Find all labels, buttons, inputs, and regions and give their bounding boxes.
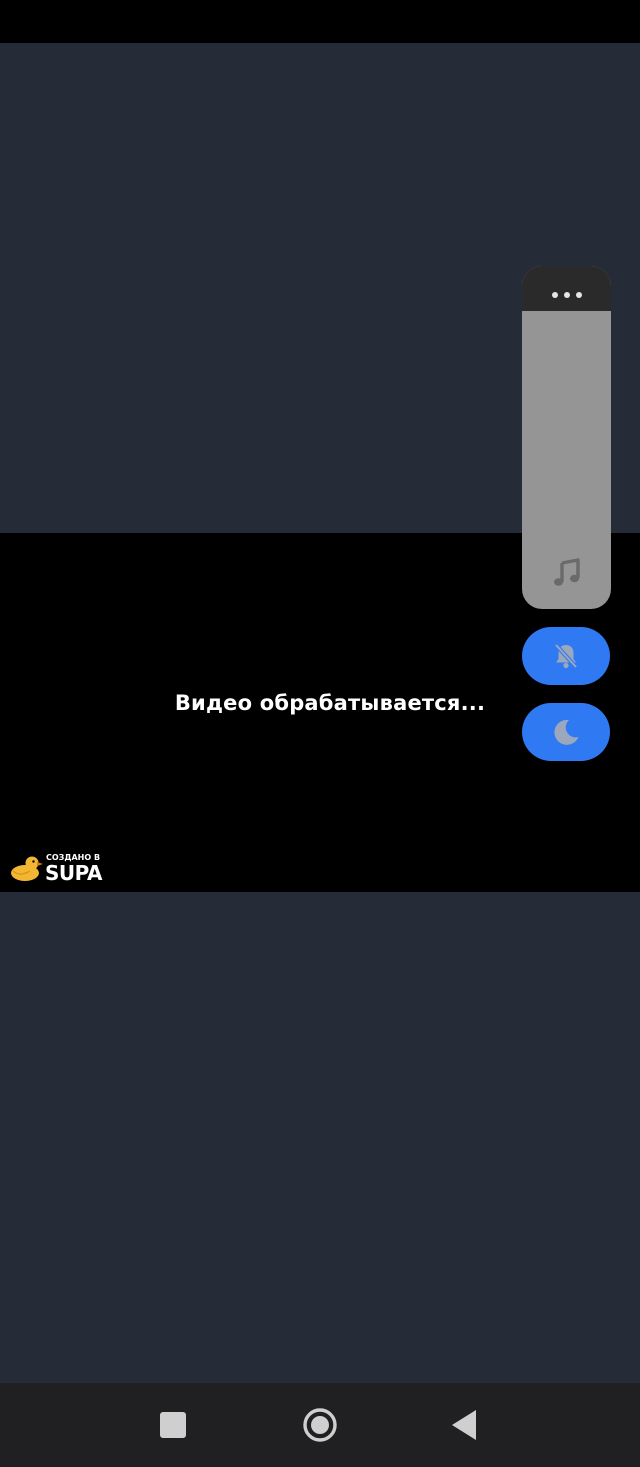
moon-icon [554,719,579,745]
back-triangle-icon[interactable] [446,1407,482,1443]
mute-button[interactable] [522,627,610,685]
page-bottom-area [0,892,640,1383]
navigation-bar [0,1383,640,1467]
bell-off-icon [554,643,578,669]
supa-watermark: СОЗДАНО В SUPA [10,851,110,885]
more-horizontal-icon[interactable] [552,292,582,298]
status-bar [0,0,640,43]
music-note-icon[interactable] [550,556,584,590]
night-mode-button[interactable] [522,703,610,761]
home-circle-icon[interactable] [302,1407,338,1443]
side-panel-header[interactable] [522,266,611,311]
side-control-panel[interactable] [522,266,611,609]
recents-square-icon[interactable] [155,1407,191,1443]
watermark-brand: SUPA [45,861,102,885]
duck-logo-icon [11,856,43,881]
